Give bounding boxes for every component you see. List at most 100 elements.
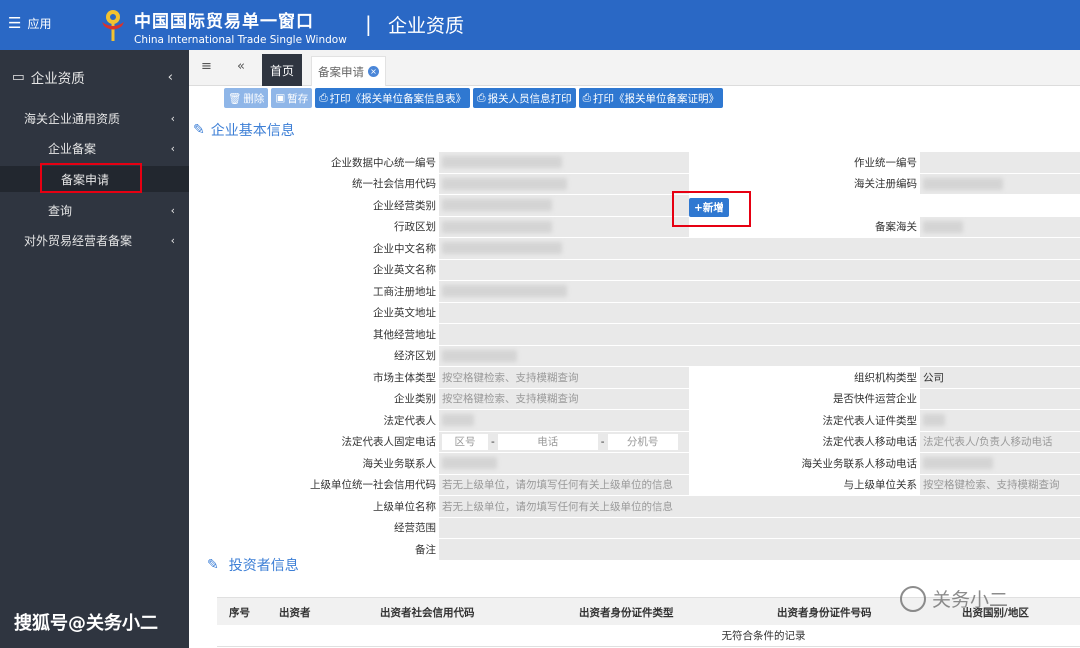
economic-zone-field[interactable] bbox=[439, 345, 1080, 366]
form-row: 工商注册地址 bbox=[207, 281, 1080, 302]
remarks-field[interactable] bbox=[439, 539, 1080, 560]
label-business-category: 企业经营类别 bbox=[207, 195, 439, 216]
label-other-address: 其他经营地址 bbox=[207, 324, 439, 345]
printer-icon: ⎙ bbox=[319, 91, 328, 104]
business-scope-field[interactable] bbox=[439, 517, 1080, 538]
highlight-box bbox=[672, 191, 751, 227]
market-type-field[interactable]: 按空格键检索、支持模糊查询 bbox=[439, 367, 689, 388]
edit-icon: ✎ bbox=[207, 557, 219, 573]
brand-title-en: China International Trade Single Window bbox=[134, 34, 347, 46]
label-customs-contact-mobile: 海关业务联系人移动电话 bbox=[690, 453, 920, 474]
parent-name-field[interactable]: 若无上级单位，请勿填写任何有关上级单位的信息 bbox=[439, 496, 1080, 517]
label-cn-name: 企业中文名称 bbox=[207, 238, 439, 259]
customs-reg-code-field[interactable] bbox=[920, 173, 1080, 194]
save-temp-button[interactable]: ▣ 暂存 bbox=[271, 88, 313, 108]
phone-dash: - bbox=[600, 435, 605, 448]
tab-filing-apply[interactable]: 备案申请 × bbox=[311, 56, 386, 86]
parent-credit-code-field[interactable]: 若无上级单位，请勿填写任何有关上级单位的信息 bbox=[439, 474, 689, 495]
app-menu-button[interactable]: ☰ 应用 bbox=[8, 14, 51, 32]
data-center-code-field[interactable] bbox=[439, 152, 689, 173]
section-investor-info: ✎ 投资者信息 bbox=[207, 555, 299, 575]
window-icon: ▭ bbox=[12, 69, 25, 85]
sidebar-item-foreign-trade[interactable]: 对外贸易经营者备案 ‹ bbox=[0, 227, 189, 253]
form-row: 企业英文地址 bbox=[207, 302, 1080, 323]
sidebar-item-customs-general[interactable]: 海关企业通用资质 ‹ bbox=[0, 105, 189, 131]
highlight-box bbox=[40, 163, 142, 193]
label-legal-rep-id-type: 法定代表人证件类型 bbox=[690, 410, 920, 431]
customs-contact-mobile-field[interactable] bbox=[920, 453, 1080, 474]
phone-number-input[interactable]: 电话 bbox=[497, 433, 598, 450]
investor-table-empty: 无符合条件的记录 bbox=[217, 625, 1080, 647]
col-investor: 出资者 bbox=[279, 607, 311, 619]
customs-contact-field[interactable] bbox=[439, 453, 689, 474]
form-row: 备注 bbox=[207, 539, 1080, 560]
section-basic-info: ✎ 企业基本信息 bbox=[193, 120, 295, 140]
tab-bar: ≡ « 首页 备案申请 × bbox=[189, 50, 1080, 86]
close-icon[interactable]: × bbox=[368, 66, 379, 77]
form-row: 上级单位名称 若无上级单位，请勿填写任何有关上级单位的信息 bbox=[207, 496, 1080, 517]
tab-home[interactable]: 首页 bbox=[262, 54, 302, 86]
trash-icon: 🗑 bbox=[228, 92, 242, 105]
label-enterprise-category: 企业类别 bbox=[207, 388, 439, 409]
reg-address-field[interactable] bbox=[439, 281, 1080, 302]
legal-rep-mobile-field[interactable]: 法定代表人/负责人移动电话 bbox=[920, 431, 1080, 452]
collapse-menu-icon[interactable]: ≡ bbox=[201, 59, 212, 74]
en-name-field[interactable] bbox=[439, 259, 1080, 280]
express-operator-field[interactable] bbox=[920, 388, 1080, 409]
sidebar-header[interactable]: ▭ 企业资质 ‹ bbox=[0, 60, 189, 94]
label-en-address: 企业英文地址 bbox=[207, 302, 439, 323]
form-row: 行政区划 备案海关 bbox=[207, 216, 1080, 237]
label-data-center-code: 企业数据中心统一编号 bbox=[207, 152, 439, 173]
phone-dash: - bbox=[491, 435, 495, 448]
customs-office-field[interactable] bbox=[920, 216, 1080, 237]
legal-rep-field[interactable] bbox=[439, 410, 689, 431]
save-temp-label: 暂存 bbox=[287, 92, 309, 105]
double-chevron-left-icon[interactable]: « bbox=[237, 59, 245, 74]
delete-button[interactable]: 🗑 删除 bbox=[224, 88, 269, 108]
edit-icon: ✎ bbox=[193, 122, 205, 138]
print-filing-info-label: 打印《报关单位备案信息表》 bbox=[329, 92, 467, 105]
admin-region-field[interactable] bbox=[439, 216, 689, 237]
form-row: 企业数据中心统一编号 作业统一编号 bbox=[207, 152, 1080, 173]
form-row: 其他经营地址 bbox=[207, 324, 1080, 345]
phone-ext-input[interactable]: 分机号 bbox=[607, 433, 678, 450]
label-operation-code: 作业统一编号 bbox=[690, 152, 920, 173]
col-investor-id-number: 出资者身份证件号码 bbox=[777, 607, 872, 619]
form-row: 经营范围 bbox=[207, 517, 1080, 538]
print-filing-cert-label: 打印《报关单位备案证明》 bbox=[592, 92, 719, 105]
org-type-field[interactable]: 公司 bbox=[920, 367, 1080, 388]
wechat-icon bbox=[900, 585, 926, 612]
business-category-field[interactable] bbox=[439, 195, 689, 216]
sidebar-item-enterprise-filing[interactable]: 企业备案 ‹ bbox=[0, 135, 189, 161]
parent-relation-field[interactable]: 按空格键检索、支持模糊查询 bbox=[920, 474, 1080, 495]
form-row: 法定代表人 法定代表人证件类型 bbox=[207, 410, 1080, 431]
label-org-type: 组织机构类型 bbox=[690, 367, 920, 388]
sidebar-header-label: 企业资质 bbox=[30, 71, 85, 87]
operation-code-field[interactable] bbox=[920, 152, 1080, 173]
form-row: 企业类别 按空格键检索、支持模糊查询 是否快件运营企业 bbox=[207, 388, 1080, 409]
legal-rep-phone-group: 区号 - 电话 - 分机号 bbox=[439, 431, 689, 452]
hamburger-icon: ☰ bbox=[8, 14, 22, 32]
cn-name-field[interactable] bbox=[439, 238, 1080, 259]
label-parent-relation: 与上级单位关系 bbox=[690, 474, 920, 495]
credit-code-field[interactable] bbox=[439, 173, 689, 194]
label-en-name: 企业英文名称 bbox=[207, 259, 439, 280]
chevron-left-icon: ‹ bbox=[170, 111, 175, 125]
brand: 中国国际贸易单一窗口 China International Trade Sin… bbox=[134, 7, 347, 46]
printer-icon: ⎙ bbox=[477, 91, 486, 104]
label-admin-region: 行政区划 bbox=[207, 216, 439, 237]
print-staff-info-button[interactable]: ⎙ 报关人员信息打印 bbox=[473, 88, 576, 108]
enterprise-category-field[interactable]: 按空格键检索、支持模糊查询 bbox=[439, 388, 689, 409]
en-address-field[interactable] bbox=[439, 302, 1080, 323]
print-filing-info-button[interactable]: ⎙ 打印《报关单位备案信息表》 bbox=[315, 88, 471, 108]
print-filing-cert-button[interactable]: ⎙ 打印《报关单位备案证明》 bbox=[578, 88, 723, 108]
label-credit-code: 统一社会信用代码 bbox=[207, 173, 439, 194]
other-address-field[interactable] bbox=[439, 324, 1080, 345]
sidebar-item-query[interactable]: 查询 ‹ bbox=[0, 197, 189, 223]
chevron-left-icon: ‹ bbox=[167, 69, 173, 85]
form-row: 企业中文名称 bbox=[207, 238, 1080, 259]
form-row: 企业经营类别 bbox=[207, 195, 1080, 216]
label-legal-rep-phone: 法定代表人固定电话 bbox=[207, 431, 439, 452]
legal-rep-id-type-field[interactable] bbox=[920, 410, 1080, 431]
phone-area-input[interactable]: 区号 bbox=[442, 433, 488, 450]
